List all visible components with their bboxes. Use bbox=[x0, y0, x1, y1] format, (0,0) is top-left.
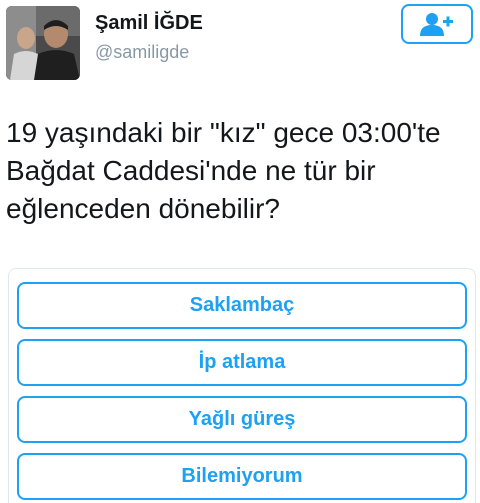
author-handle[interactable]: @samiligde bbox=[95, 42, 189, 63]
poll-option-saklambac[interactable]: Saklambaç bbox=[17, 282, 467, 329]
add-user-icon bbox=[420, 13, 453, 36]
follow-button[interactable] bbox=[401, 4, 473, 44]
poll-option-ip-atlama[interactable]: İp atlama bbox=[17, 339, 467, 386]
tweet-text: 19 yaşındaki bir "kız" gece 03:00'te Bağ… bbox=[6, 117, 441, 224]
poll-option-yagli-gures[interactable]: Yağlı güreş bbox=[17, 396, 467, 443]
poll: Saklambaç İp atlama Yağlı güreş Bilemiyo… bbox=[8, 268, 476, 503]
author-display-name[interactable]: Şamil İĞDE bbox=[95, 12, 203, 35]
avatar[interactable] bbox=[6, 6, 80, 80]
poll-option-bilemiyorum[interactable]: Bilemiyorum bbox=[17, 453, 467, 500]
profile-photo bbox=[6, 6, 80, 80]
